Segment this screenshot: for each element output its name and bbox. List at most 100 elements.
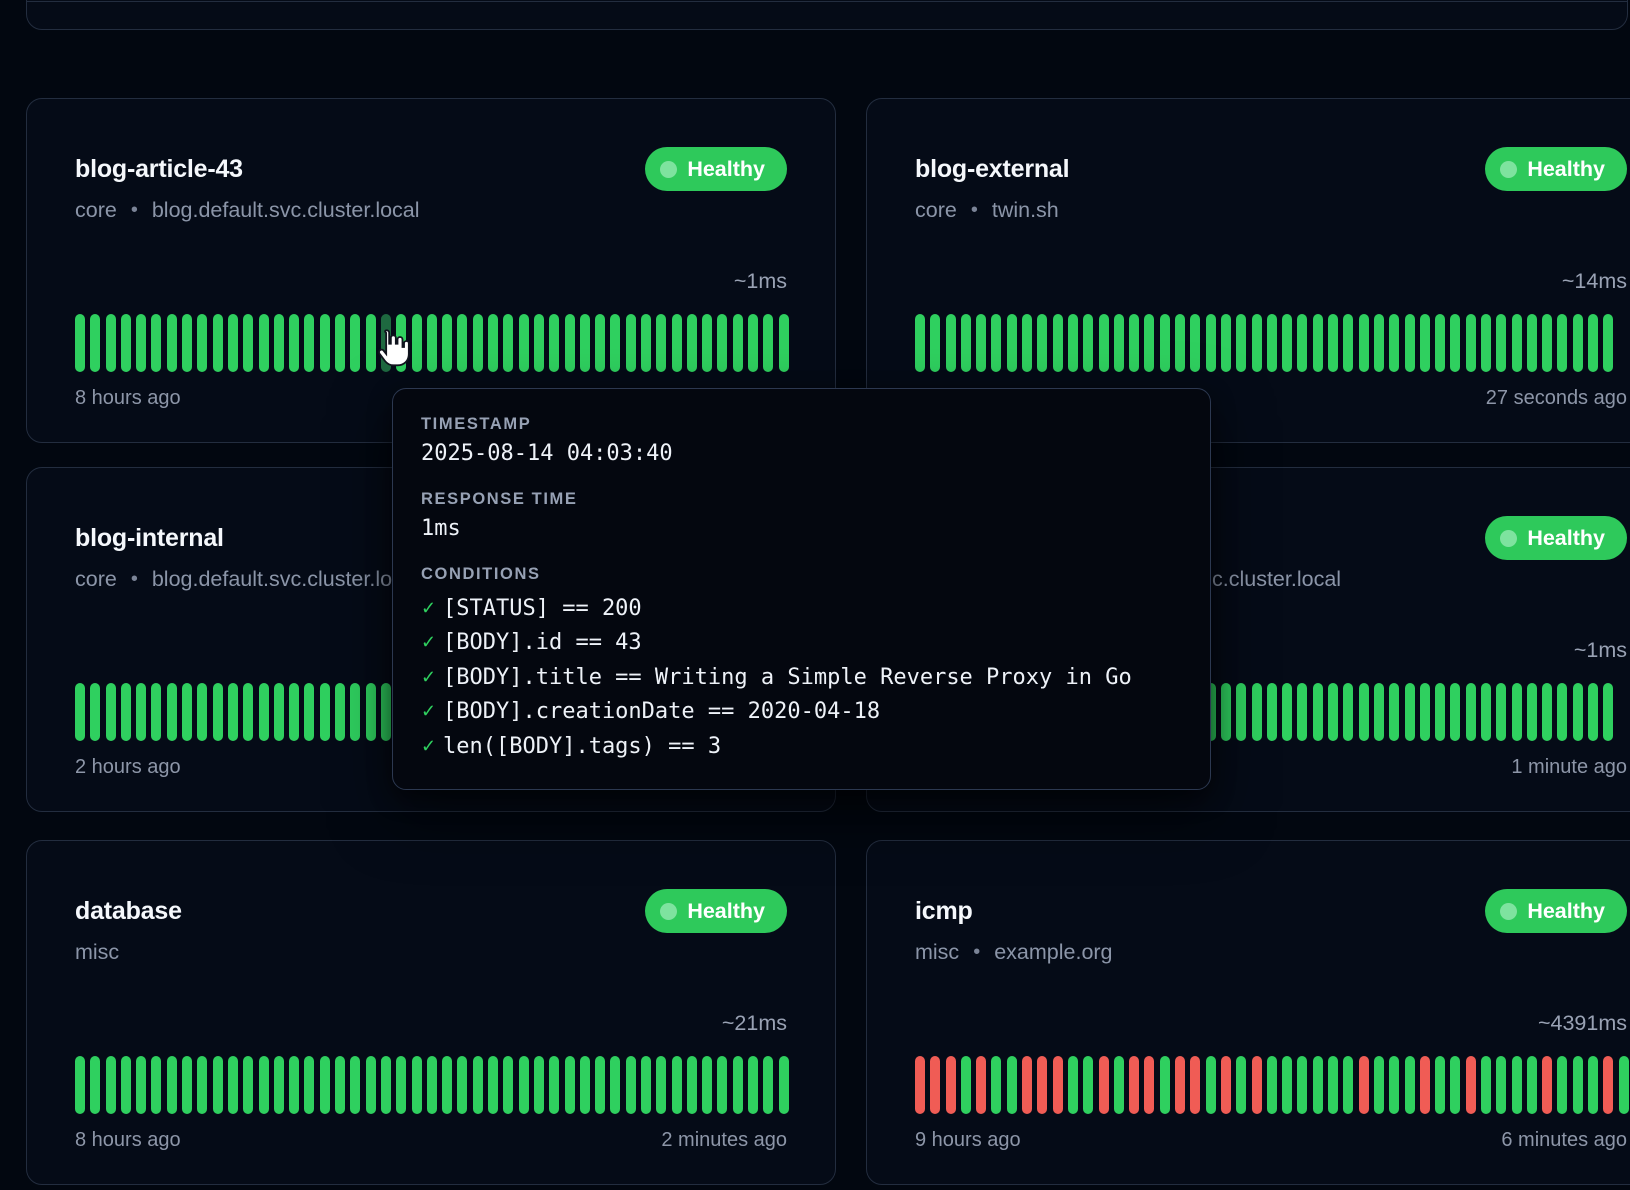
uptime-bar-success[interactable] <box>1343 1056 1353 1114</box>
uptime-bar-success[interactable] <box>274 314 284 372</box>
uptime-bar-success[interactable] <box>1603 683 1613 741</box>
uptime-bar-success[interactable] <box>167 314 177 372</box>
uptime-bar-success[interactable] <box>1573 314 1583 372</box>
uptime-bar-success[interactable] <box>1129 314 1139 372</box>
uptime-bar-success[interactable] <box>274 1056 284 1114</box>
uptime-bar-success[interactable] <box>503 1056 513 1114</box>
uptime-bar-success[interactable] <box>1481 683 1491 741</box>
uptime-bar-success[interactable] <box>335 683 345 741</box>
uptime-bar-success[interactable] <box>1190 314 1200 372</box>
uptime-bar-failure[interactable] <box>930 1056 940 1114</box>
uptime-bar-success[interactable] <box>1236 683 1246 741</box>
uptime-bar-success[interactable] <box>457 314 467 372</box>
uptime-bar-success[interactable] <box>289 683 299 741</box>
uptime-bar-success[interactable] <box>672 1056 682 1114</box>
uptime-bar-success[interactable] <box>289 1056 299 1114</box>
uptime-bar-success[interactable] <box>335 314 345 372</box>
uptime-bar-failure[interactable] <box>946 1056 956 1114</box>
uptime-bar-success[interactable] <box>350 1056 360 1114</box>
uptime-bar-success[interactable] <box>1206 1056 1216 1114</box>
uptime-bar-success[interactable] <box>1588 314 1598 372</box>
uptime-bar-success[interactable] <box>381 1056 391 1114</box>
uptime-bar-success[interactable] <box>1420 683 1430 741</box>
uptime-bar-strip[interactable] <box>915 1056 1627 1114</box>
uptime-bar-success[interactable] <box>702 1056 712 1114</box>
uptime-bar-success[interactable] <box>1282 1056 1292 1114</box>
uptime-bar-success[interactable] <box>1068 314 1078 372</box>
uptime-bar-success[interactable] <box>1236 1056 1246 1114</box>
uptime-bar-failure[interactable] <box>1542 1056 1552 1114</box>
uptime-bar-success[interactable] <box>1389 683 1399 741</box>
uptime-bar-failure[interactable] <box>1221 1056 1231 1114</box>
uptime-bar-success[interactable] <box>381 683 391 741</box>
uptime-bar-strip[interactable] <box>75 314 787 372</box>
uptime-bar-success[interactable] <box>1405 314 1415 372</box>
uptime-bar-success[interactable] <box>1557 314 1567 372</box>
uptime-bar-failure[interactable] <box>915 1056 925 1114</box>
uptime-bar-success[interactable] <box>991 314 1001 372</box>
uptime-bar-success[interactable] <box>427 1056 437 1114</box>
uptime-bar-success[interactable] <box>1389 1056 1399 1114</box>
uptime-bar-failure[interactable] <box>1099 1056 1109 1114</box>
uptime-bar-success[interactable] <box>595 314 605 372</box>
uptime-bar-success[interactable] <box>90 683 100 741</box>
uptime-bar-success[interactable] <box>1466 314 1476 372</box>
uptime-bar-success[interactable] <box>1206 314 1216 372</box>
uptime-bar-success[interactable] <box>1619 1056 1629 1114</box>
uptime-bar-success[interactable] <box>1496 683 1506 741</box>
uptime-bar-success[interactable] <box>1405 683 1415 741</box>
uptime-bar-success[interactable] <box>1450 683 1460 741</box>
uptime-bar-success[interactable] <box>626 314 636 372</box>
uptime-bar-success[interactable] <box>1450 314 1460 372</box>
uptime-bar-success[interactable] <box>1160 1056 1170 1114</box>
uptime-bar-success[interactable] <box>304 314 314 372</box>
uptime-bar-success[interactable] <box>1160 314 1170 372</box>
uptime-bar-success[interactable] <box>1144 314 1154 372</box>
uptime-bar-success[interactable] <box>1512 683 1522 741</box>
uptime-bar-success[interactable] <box>733 1056 743 1114</box>
uptime-bar-success[interactable] <box>442 314 452 372</box>
uptime-bar-success[interactable] <box>1374 683 1384 741</box>
uptime-bar-failure[interactable] <box>1053 1056 1063 1114</box>
uptime-bar-success[interactable] <box>1297 314 1307 372</box>
uptime-bar-success[interactable] <box>961 1056 971 1114</box>
uptime-bar-success[interactable] <box>961 314 971 372</box>
uptime-bar-success[interactable] <box>136 314 146 372</box>
uptime-bar-success[interactable] <box>503 314 513 372</box>
uptime-bar-success[interactable] <box>182 1056 192 1114</box>
uptime-bar-success[interactable] <box>228 314 238 372</box>
uptime-bar-success[interactable] <box>304 1056 314 1114</box>
uptime-bar-success[interactable] <box>213 1056 223 1114</box>
uptime-bar-success[interactable] <box>1037 314 1047 372</box>
uptime-bar-failure[interactable] <box>1359 1056 1369 1114</box>
uptime-bar-success[interactable] <box>656 1056 666 1114</box>
uptime-bar-success[interactable] <box>1114 314 1124 372</box>
uptime-bar-success[interactable] <box>1435 1056 1445 1114</box>
uptime-bar-success[interactable] <box>1573 683 1583 741</box>
uptime-bar-success[interactable] <box>1481 1056 1491 1114</box>
uptime-bar-success[interactable] <box>930 314 940 372</box>
uptime-bar-success[interactable] <box>335 1056 345 1114</box>
uptime-bar-success[interactable] <box>1343 314 1353 372</box>
uptime-bar-success[interactable] <box>1252 683 1262 741</box>
uptime-bar-failure[interactable] <box>1129 1056 1139 1114</box>
uptime-bar-success[interactable] <box>197 314 207 372</box>
uptime-bar-success[interactable] <box>687 1056 697 1114</box>
uptime-bar-success[interactable] <box>151 683 161 741</box>
uptime-bar-success[interactable] <box>1328 314 1338 372</box>
uptime-bar-success[interactable] <box>75 683 85 741</box>
uptime-bar-success[interactable] <box>1435 683 1445 741</box>
uptime-bar-success[interactable] <box>427 314 437 372</box>
uptime-bar-success[interactable] <box>1496 1056 1506 1114</box>
endpoint-card-icmp[interactable]: icmp Healthy misc • example.org ~4391ms … <box>866 840 1630 1185</box>
uptime-bar-failure[interactable] <box>1144 1056 1154 1114</box>
uptime-bar-success[interactable] <box>1557 1056 1567 1114</box>
uptime-bar-success[interactable] <box>1022 314 1032 372</box>
uptime-bar-success[interactable] <box>1542 683 1552 741</box>
uptime-bar-success[interactable] <box>182 683 192 741</box>
uptime-bar-failure[interactable] <box>1252 1056 1262 1114</box>
uptime-bar-success[interactable] <box>366 1056 376 1114</box>
uptime-bar-success[interactable] <box>1313 314 1323 372</box>
uptime-bar-success[interactable] <box>763 314 773 372</box>
uptime-bar-success[interactable] <box>75 1056 85 1114</box>
